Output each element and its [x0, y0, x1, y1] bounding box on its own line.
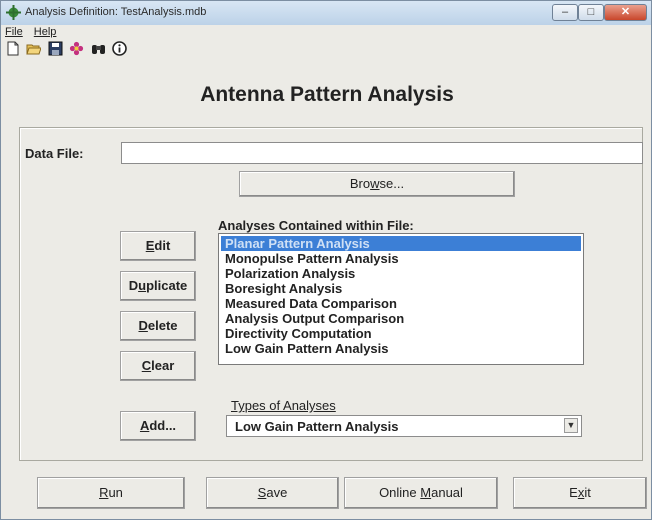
list-item[interactable]: Analysis Output Comparison [219, 311, 583, 326]
new-file-icon[interactable] [5, 41, 20, 56]
list-item[interactable]: Polarization Analysis [219, 266, 583, 281]
analyses-listbox[interactable]: Planar Pattern Analysis Monopulse Patter… [218, 233, 584, 365]
edit-button[interactable]: Edit [120, 231, 196, 261]
binoculars-icon[interactable] [91, 41, 106, 56]
save-button[interactable]: Save [206, 477, 339, 509]
list-item[interactable]: Monopulse Pattern Analysis [219, 251, 583, 266]
menu-bar: File Help [5, 26, 64, 38]
select-value: Low Gain Pattern Analysis [235, 419, 399, 434]
menu-file[interactable]: File [5, 26, 23, 38]
app-icon [6, 5, 21, 20]
page-title: Antenna Pattern Analysis [200, 83, 454, 106]
maximize-button[interactable]: □ [578, 4, 604, 21]
delete-button[interactable]: Delete [120, 311, 196, 341]
types-label: Types of Analyses [231, 398, 336, 413]
close-button[interactable]: ✕ [604, 4, 647, 21]
duplicate-button[interactable]: Duplicate [120, 271, 196, 301]
list-item[interactable]: Low Gain Pattern Analysis [219, 341, 583, 356]
save-disk-icon[interactable] [48, 41, 63, 56]
dropdown-arrow-icon[interactable]: ▼ [564, 418, 578, 433]
info-icon[interactable] [112, 41, 128, 56]
title-bar[interactable]: Analysis Definition: TestAnalysis.mdb – … [1, 1, 651, 25]
run-button[interactable]: Run [37, 477, 185, 509]
browse-button[interactable]: Browse... [239, 171, 515, 197]
settings-flower-icon[interactable] [69, 41, 84, 56]
list-item[interactable]: Planar Pattern Analysis [221, 236, 581, 251]
exit-button[interactable]: Exit [513, 477, 647, 509]
data-file-label: Data File: [25, 146, 84, 161]
open-folder-icon[interactable] [26, 41, 43, 56]
list-item[interactable]: Measured Data Comparison [219, 296, 583, 311]
data-file-input[interactable] [121, 142, 643, 164]
online-manual-button[interactable]: Online Manual [344, 477, 498, 509]
analysis-type-select[interactable]: Low Gain Pattern Analysis ▼ [226, 415, 582, 437]
add-button[interactable]: Add... [120, 411, 196, 441]
minimize-button[interactable]: – [552, 4, 578, 21]
analyses-list-label: Analyses Contained within File: [218, 218, 414, 233]
list-item[interactable]: Directivity Computation [219, 326, 583, 341]
clear-button[interactable]: Clear [120, 351, 196, 381]
list-item[interactable]: Boresight Analysis [219, 281, 583, 296]
toolbar [5, 41, 129, 59]
window-title: Analysis Definition: TestAnalysis.mdb [25, 6, 207, 18]
analysis-definition-window: Analysis Definition: TestAnalysis.mdb – … [0, 0, 652, 520]
menu-help[interactable]: Help [34, 26, 57, 38]
